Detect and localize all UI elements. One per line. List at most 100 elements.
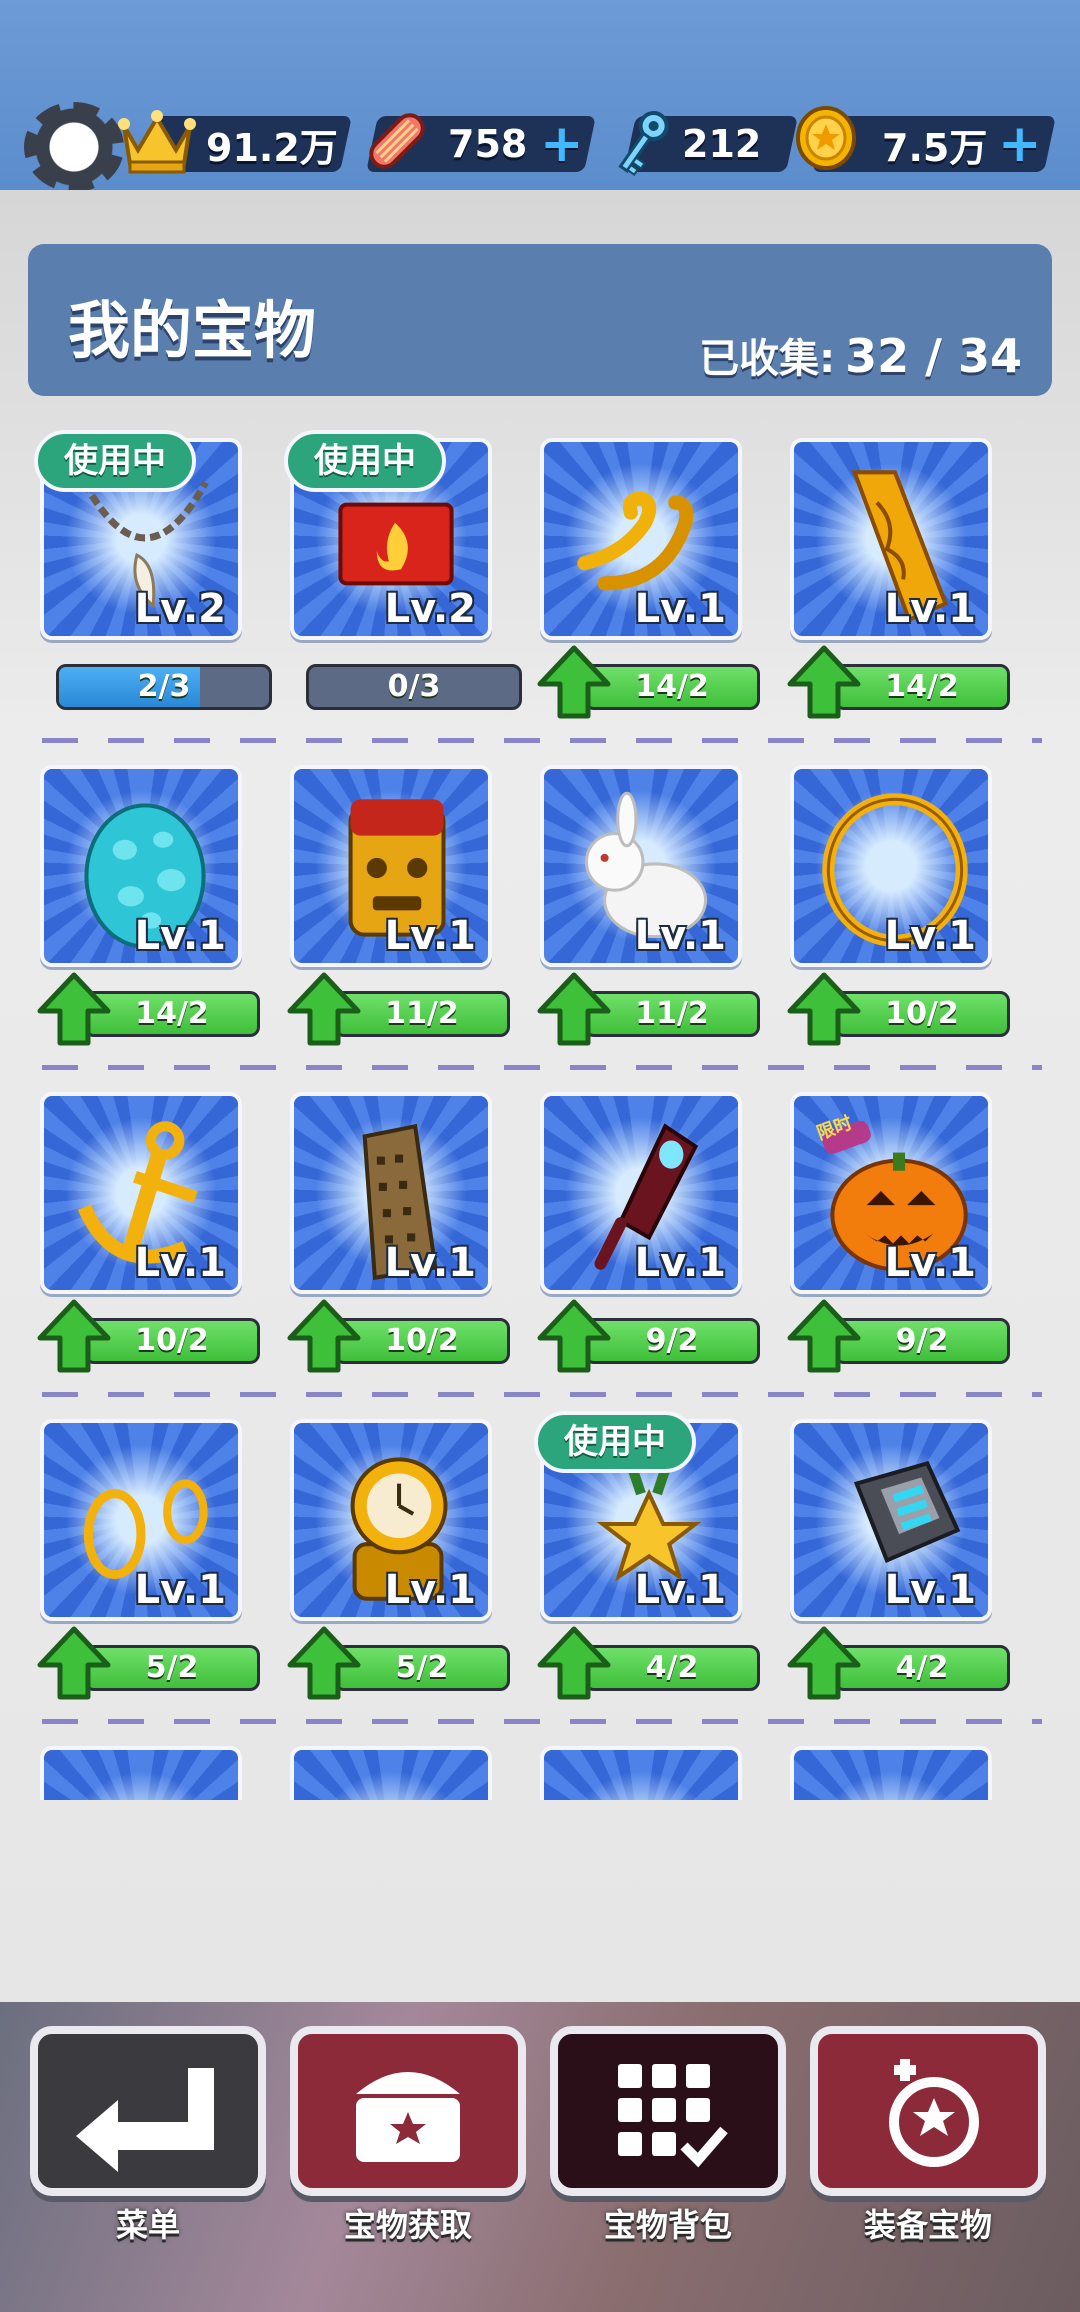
upgrade-arrow-icon[interactable] (536, 1625, 612, 1701)
item-level: Lv.1 (634, 586, 726, 632)
progress-text: 9/2 (645, 1323, 699, 1358)
treasure-card[interactable]: Lv.1 (290, 1092, 492, 1294)
collected-value: 32 / 34 (845, 329, 1022, 383)
crown-value: 91.2万 (206, 125, 338, 170)
menu-button[interactable] (30, 2026, 266, 2196)
upgrade-arrow-icon[interactable] (536, 644, 612, 720)
progress-text: 0/3 (387, 669, 441, 704)
item-level: Lv.1 (634, 1240, 726, 1286)
upgrade-arrow-icon[interactable] (286, 971, 362, 1047)
hoverboard-plus-button[interactable]: + (540, 118, 584, 170)
treasure-acquire-button[interactable] (290, 2026, 526, 2196)
upgrade-arrow-icon[interactable] (536, 971, 612, 1047)
progress-text: 10/2 (385, 1323, 459, 1358)
treasure-card[interactable]: Lv.1 (790, 765, 992, 967)
item-level: Lv.1 (884, 913, 976, 959)
treasure-card-partial[interactable] (790, 1746, 992, 1800)
key-value: 212 (682, 122, 762, 166)
equip-treasure-label: 装备宝物 (863, 2206, 992, 2244)
upgrade-arrow-icon[interactable] (786, 1625, 862, 1701)
in-use-badge: 使用中 (534, 1411, 696, 1473)
upgrade-arrow-icon[interactable] (536, 1298, 612, 1374)
row-divider (42, 1392, 1042, 1397)
item-level: Lv.1 (634, 1567, 726, 1613)
item-level: Lv.1 (384, 1240, 476, 1286)
progress-text: 10/2 (885, 996, 959, 1031)
menu-label: 菜单 (115, 2206, 180, 2244)
item-level: Lv.1 (634, 913, 726, 959)
treasure-card[interactable]: Lv.1 (540, 1092, 742, 1294)
item-level: Lv.1 (134, 1567, 226, 1613)
crown-icon (118, 110, 196, 174)
upgrade-arrow-icon[interactable] (286, 1625, 362, 1701)
treasure-card[interactable]: Lv.1 (290, 765, 492, 967)
treasure-grid[interactable]: Lv.2 使用中 2/3 Lv.2 使用中 0/3 Lv.1 14/2 Lv.1 14/2 Lv.1… (0, 420, 1080, 1800)
progress-text: 4/2 (645, 1650, 699, 1685)
progress-bar: 0/3 (306, 664, 522, 710)
upgrade-arrow-icon[interactable] (786, 1298, 862, 1374)
equip-treasure-button[interactable] (810, 2026, 1046, 2196)
hoverboard-value: 758 (448, 122, 528, 166)
item-level: Lv.1 (884, 1240, 976, 1286)
item-level: Lv.1 (884, 586, 976, 632)
equip-medal-icon (889, 2059, 979, 2167)
progress-text: 14/2 (635, 669, 709, 704)
treasure-chest-icon (356, 2072, 460, 2162)
upgrade-arrow-icon[interactable] (786, 644, 862, 720)
treasure-card[interactable]: Lv.1 (40, 1419, 242, 1621)
upgrade-arrow-icon[interactable] (786, 971, 862, 1047)
row-divider (42, 1719, 1042, 1724)
upgrade-arrow-icon[interactable] (36, 1625, 112, 1701)
treasure-card[interactable]: Lv.1 (540, 438, 742, 640)
treasure-card[interactable]: Lv.1 (790, 1419, 992, 1621)
treasure-card[interactable]: Lv.1 (790, 438, 992, 640)
progress-text: 2/3 (137, 669, 191, 704)
progress-text: 4/2 (895, 1650, 949, 1685)
hoverboard-icon (369, 113, 425, 169)
upgrade-arrow-icon[interactable] (36, 971, 112, 1047)
item-level: Lv.1 (884, 1567, 976, 1613)
row-divider (42, 738, 1042, 743)
item-level: Lv.1 (384, 1567, 476, 1613)
progress-text: 5/2 (395, 1650, 449, 1685)
grid-check-icon (618, 2064, 728, 2168)
settings-gear-icon[interactable] (22, 100, 126, 194)
treasure-card-partial[interactable] (40, 1746, 242, 1800)
progress-text: 14/2 (885, 669, 959, 704)
treasure-card[interactable]: Lv.1 (290, 1419, 492, 1621)
treasure-card-partial[interactable] (290, 1746, 492, 1800)
return-arrow-icon (76, 2068, 214, 2172)
key-icon (618, 110, 669, 177)
treasure-card-partial[interactable] (540, 1746, 742, 1800)
treasure-card[interactable]: Lv.1 (40, 765, 242, 967)
row-divider (42, 1065, 1042, 1070)
coin-value: 7.5万 (882, 125, 988, 170)
progress-bar: 2/3 (56, 664, 272, 710)
treasure-card[interactable]: Lv.1 (40, 1092, 242, 1294)
in-use-badge: 使用中 (34, 430, 196, 492)
item-level: Lv.1 (134, 1240, 226, 1286)
treasure-bag-button[interactable] (550, 2026, 786, 2196)
progress-text: 14/2 (135, 996, 209, 1031)
progress-text: 11/2 (635, 996, 709, 1031)
item-level: Lv.2 (384, 586, 476, 632)
treasure-acquire-label: 宝物获取 (343, 2206, 472, 2244)
coin-plus-button[interactable]: + (998, 118, 1042, 170)
item-level: Lv.1 (134, 913, 226, 959)
coin-icon (796, 106, 856, 170)
page-title: 我的宝物 (68, 294, 317, 367)
progress-text: 11/2 (385, 996, 459, 1031)
progress-text: 9/2 (895, 1323, 949, 1358)
treasure-bag-label: 宝物背包 (603, 2206, 732, 2244)
progress-text: 5/2 (145, 1650, 199, 1685)
treasure-header: 我的宝物 已收集: 32 / 34 (28, 244, 1052, 396)
treasure-card[interactable]: Lv.1 (540, 765, 742, 967)
in-use-badge: 使用中 (284, 430, 446, 492)
treasure-card[interactable]: 限时 Lv.1 (790, 1092, 992, 1294)
collected-label: 已收集: (699, 336, 836, 382)
collected-count: 已收集: 32 / 34 (699, 326, 1022, 384)
upgrade-arrow-icon[interactable] (36, 1298, 112, 1374)
item-level: Lv.2 (134, 586, 226, 632)
item-level: Lv.1 (384, 913, 476, 959)
upgrade-arrow-icon[interactable] (286, 1298, 362, 1374)
